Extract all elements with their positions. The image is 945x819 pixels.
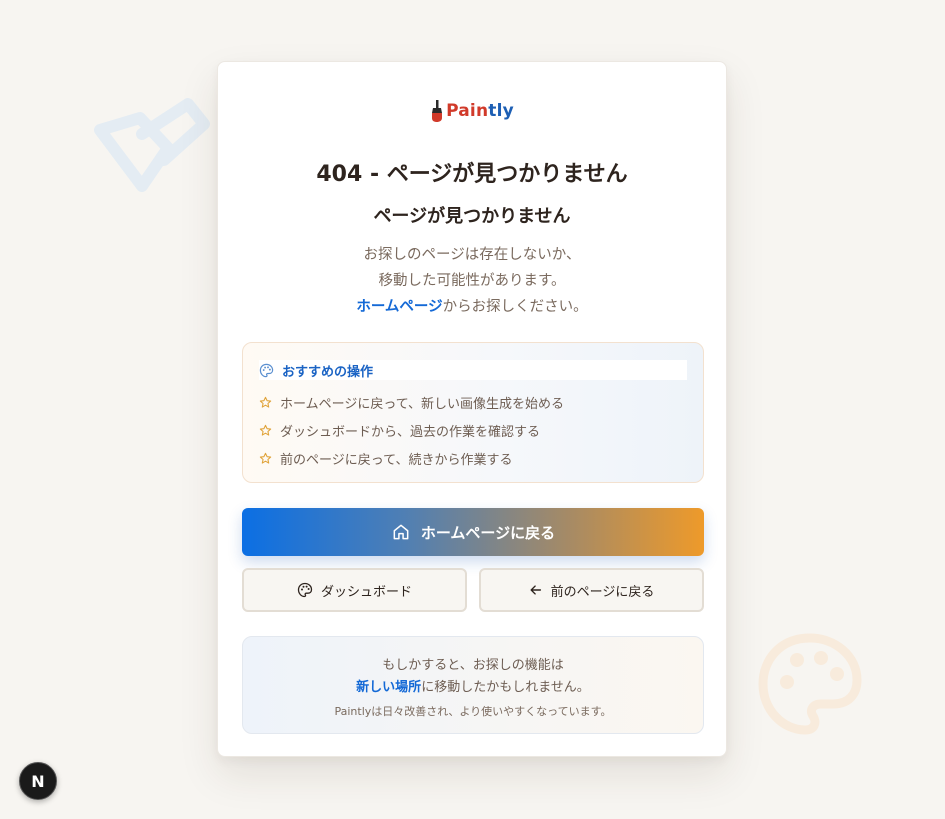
dashboard-button-label: ダッシュボード (320, 584, 412, 600)
error-card: Paintly 404 - ページが見つかりません ページが見つかりません お探… (217, 61, 727, 757)
suggestions-title: おすすめの操作 (282, 364, 374, 380)
brand-wordmark: Paintly (446, 101, 514, 121)
dashboard-button[interactable]: ダッシュボード (242, 568, 467, 612)
page-title: 404 - ページが見つかりません (316, 162, 628, 187)
palette-background-icon (758, 633, 862, 735)
info-line-1: もしかすると、お探しの機能は (382, 658, 564, 673)
info-line-2: 新しい場所に移動したかもしれません。 (243, 676, 703, 695)
home-button-label: ホームページに戻る (420, 523, 556, 542)
suggestions-header: おすすめの操作 (259, 360, 687, 380)
suggestion-label: ホームページに戻って、新しい画像生成を始める (280, 397, 565, 412)
suggestion-item: 前のページに戻って、続きから作業する (259, 449, 512, 468)
home-button[interactable]: ホームページに戻る (242, 508, 704, 556)
suggestion-label: ダッシュボードから、過去の作業を確認する (280, 425, 541, 440)
page-subtitle: ページが見つかりません (373, 206, 571, 227)
back-button[interactable]: 前のページに戻る (479, 568, 704, 612)
brand-logo[interactable]: Paintly (218, 98, 726, 124)
homepage-link[interactable]: ホームページ (356, 299, 442, 315)
palette-icon (259, 363, 274, 377)
desc-line-2: 移動した可能性があります。 (378, 273, 566, 289)
suggestion-label: 前のページに戻って、続きから作業する (280, 453, 513, 468)
suggestion-item: ダッシュボードから、過去の作業を確認する (259, 421, 540, 440)
info-line-2-rest: に移動したかもしれません。 (421, 680, 590, 695)
info-panel: もしかすると、お探しの機能は 新しい場所に移動したかもしれません。 Paintl… (242, 636, 704, 734)
paintbrush-background-icon (94, 98, 210, 192)
desc-line-3: ホームページからお探しください。 (218, 294, 726, 320)
suggestion-item: ホームページに戻って、新しい画像生成を始める (259, 393, 564, 412)
star-icon (259, 424, 272, 436)
palette-icon (297, 582, 313, 598)
info-note: Paintlyは日々改善され、より使いやすくなっています。 (334, 705, 612, 718)
back-button-label: 前のページに戻る (550, 584, 655, 600)
star-icon (259, 452, 272, 464)
dev-badge-label: N (31, 771, 45, 791)
error-description: お探しのページは存在しないか、 移動した可能性があります。 ホームページからお探… (218, 242, 726, 320)
home-icon (393, 524, 409, 540)
suggestions-panel: おすすめの操作 ホームページに戻って、新しい画像生成を始める ダッシュボードから… (242, 342, 704, 483)
desc-line-3-rest: からお探しください。 (442, 299, 588, 315)
dev-tools-badge[interactable]: N (19, 762, 57, 800)
arrow-left-icon (530, 585, 541, 595)
desc-line-1: お探しのページは存在しないか、 (363, 247, 581, 263)
paintbrush-logo-icon (432, 100, 443, 122)
new-location-link[interactable]: 新しい場所 (356, 680, 421, 695)
star-icon (259, 396, 272, 408)
